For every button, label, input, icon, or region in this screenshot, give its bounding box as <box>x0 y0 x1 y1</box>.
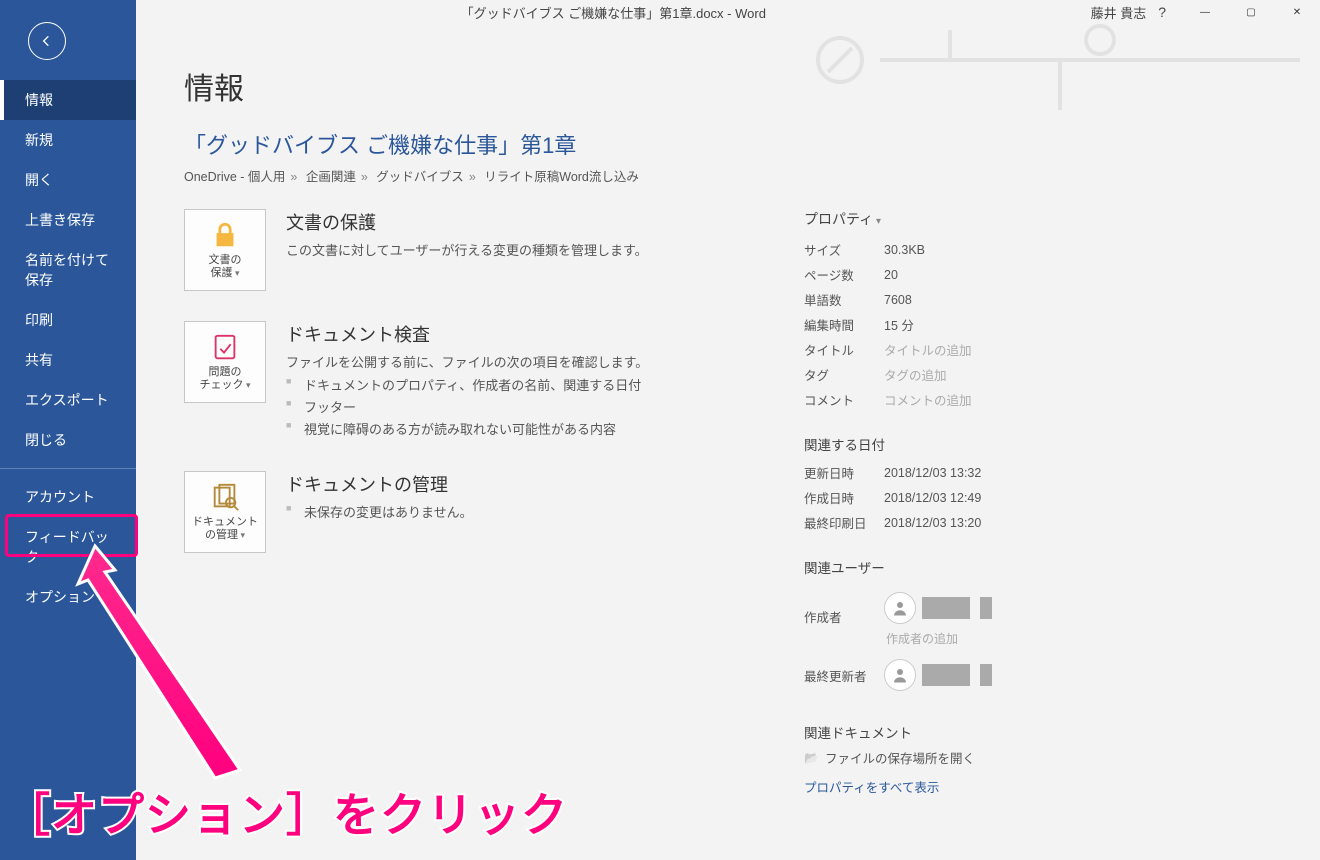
properties-table: サイズ30.3KB ページ数20 単語数7608 編集時間15 分 タイトルタイ… <box>804 237 1164 412</box>
sidebar-item-new[interactable]: 新規 <box>0 120 136 160</box>
manage-item: 未保存の変更はありません。 <box>286 502 473 521</box>
avatar-icon <box>884 592 916 624</box>
minimize-button[interactable]: ― <box>1182 0 1228 24</box>
inspect-icon <box>210 332 240 362</box>
title-bar: 「グッドバイブス ご機嫌な仕事」第1章.docx - Word 藤井 貴志 ? … <box>136 0 1320 24</box>
sidebar-item-info[interactable]: 情報 <box>0 80 136 120</box>
prop-row: 作成者 作成者の追加 <box>804 583 1164 650</box>
inspect-title: ドキュメント検査 <box>286 321 648 347</box>
breadcrumb-item[interactable]: OneDrive - 個人用 <box>184 170 285 184</box>
prop-row: タグタグの追加 <box>804 362 1164 387</box>
document-title-link[interactable]: 「グッドバイブス ご機嫌な仕事」第1章 <box>184 128 1272 160</box>
account-name[interactable]: 藤井 貴志 <box>1091 3 1147 22</box>
author-name-redacted <box>922 597 970 619</box>
prop-row: 単語数7608 <box>804 287 1164 312</box>
inspect-desc: ファイルを公開する前に、ファイルの次の項目を確認します。 <box>286 352 648 371</box>
manage-document-button[interactable]: ドキュメント の管理 <box>184 471 266 553</box>
manage-title: ドキュメントの管理 <box>286 471 473 497</box>
window-controls: ― ▢ ✕ <box>1182 0 1320 24</box>
related-docs-header: 関連ドキュメント <box>804 722 1164 742</box>
sidebar-item-account[interactable]: アカウント <box>0 477 136 517</box>
back-arrow-icon <box>39 33 55 49</box>
prop-row: 作成日時2018/12/03 12:49 <box>804 485 1164 510</box>
prop-row: コメントコメントの追加 <box>804 387 1164 412</box>
prop-row: 最終更新者 <box>804 650 1164 700</box>
sidebar-item-feedback[interactable]: フィードバック <box>0 517 136 577</box>
tile-manage: ドキュメント の管理 ドキュメントの管理 未保存の変更はありません。 <box>184 471 804 553</box>
sidebar-item-close[interactable]: 閉じる <box>0 420 136 460</box>
sidebar-item-saveas[interactable]: 名前を付けて保存 <box>0 240 136 300</box>
breadcrumb-item[interactable]: 企画関連 <box>306 170 356 184</box>
add-author-field[interactable]: 作成者の追加 <box>884 630 1164 647</box>
tile-protect: 文書の 保護 文書の保護 この文書に対してユーザーが行える変更の種類を管理します… <box>184 209 804 291</box>
document-manage-icon <box>210 482 240 512</box>
prop-row: ページ数20 <box>804 262 1164 287</box>
backstage-sidebar: 情報 新規 開く 上書き保存 名前を付けて保存 印刷 共有 エクスポート 閉じる… <box>0 0 136 860</box>
info-tiles: 文書の 保護 文書の保護 この文書に対してユーザーが行える変更の種類を管理します… <box>184 209 804 583</box>
breadcrumb-item[interactable]: グッドバイブス <box>376 170 464 184</box>
sidebar-separator <box>0 468 136 469</box>
page-title: 情報 <box>184 64 1272 108</box>
prop-row: タイトルタイトルの追加 <box>804 337 1164 362</box>
users-table: 作成者 作成者の追加 最終更新者 <box>804 583 1164 700</box>
user-name-redacted <box>922 664 970 686</box>
breadcrumb-item[interactable]: リライト原稿Word流し込み <box>484 170 639 184</box>
add-tag-field[interactable]: タグの追加 <box>884 362 1164 387</box>
add-title-field[interactable]: タイトルの追加 <box>884 337 1164 362</box>
open-file-location-link[interactable]: ファイルの保存場所を開く <box>804 748 1164 767</box>
sidebar-item-export[interactable]: エクスポート <box>0 380 136 420</box>
tile-inspect: 問題の チェック ドキュメント検査 ファイルを公開する前に、ファイルの次の項目を… <box>184 321 804 441</box>
breadcrumb: OneDrive - 個人用» 企画関連» グッドバイブス» リライト原稿Wor… <box>184 166 1272 185</box>
sidebar-menu: 情報 新規 開く 上書き保存 名前を付けて保存 印刷 共有 エクスポート 閉じる… <box>0 80 136 617</box>
properties-header[interactable]: プロパティ <box>804 209 1164 229</box>
inspect-item: 視覚に障碍のある方が読み取れない可能性がある内容 <box>286 419 648 438</box>
window-title: 「グッドバイブス ご機嫌な仕事」第1章.docx - Word <box>136 3 1091 22</box>
back-button[interactable] <box>28 22 66 60</box>
prop-row: 編集時間15 分 <box>804 312 1164 337</box>
show-all-properties-link[interactable]: プロパティをすべて表示 <box>804 777 939 796</box>
protect-document-button[interactable]: 文書の 保護 <box>184 209 266 291</box>
sidebar-item-share[interactable]: 共有 <box>0 340 136 380</box>
properties-panel: プロパティ サイズ30.3KB ページ数20 単語数7608 編集時間15 分 … <box>804 209 1164 796</box>
sidebar-item-save[interactable]: 上書き保存 <box>0 200 136 240</box>
dates-table: 更新日時2018/12/03 13:32 作成日時2018/12/03 12:4… <box>804 460 1164 535</box>
avatar-icon <box>884 659 916 691</box>
user-name-redacted <box>980 664 992 686</box>
prop-row: 最終印刷日2018/12/03 13:20 <box>804 510 1164 535</box>
inspect-item: フッター <box>286 397 648 416</box>
protect-title: 文書の保護 <box>286 209 648 235</box>
related-users-header: 関連ユーザー <box>804 557 1164 577</box>
sidebar-item-open[interactable]: 開く <box>0 160 136 200</box>
add-comment-field[interactable]: コメントの追加 <box>884 387 1164 412</box>
maximize-button[interactable]: ▢ <box>1228 0 1274 24</box>
author-row[interactable] <box>884 592 1164 624</box>
protect-desc: この文書に対してユーザーが行える変更の種類を管理します。 <box>286 240 648 259</box>
last-modified-row[interactable] <box>884 659 1164 691</box>
help-button[interactable]: ? <box>1158 4 1166 20</box>
lock-icon <box>210 220 240 250</box>
prop-row: 更新日時2018/12/03 13:32 <box>804 460 1164 485</box>
prop-row: サイズ30.3KB <box>804 237 1164 262</box>
close-button[interactable]: ✕ <box>1274 0 1320 24</box>
related-dates-header: 関連する日付 <box>804 434 1164 454</box>
info-panel: 情報 「グッドバイブス ご機嫌な仕事」第1章 OneDrive - 個人用» 企… <box>136 24 1320 860</box>
sidebar-item-print[interactable]: 印刷 <box>0 300 136 340</box>
sidebar-item-options[interactable]: オプション <box>0 577 136 617</box>
inspect-item: ドキュメントのプロパティ、作成者の名前、関連する日付 <box>286 375 648 394</box>
check-issues-button[interactable]: 問題の チェック <box>184 321 266 403</box>
author-name-redacted <box>980 597 992 619</box>
